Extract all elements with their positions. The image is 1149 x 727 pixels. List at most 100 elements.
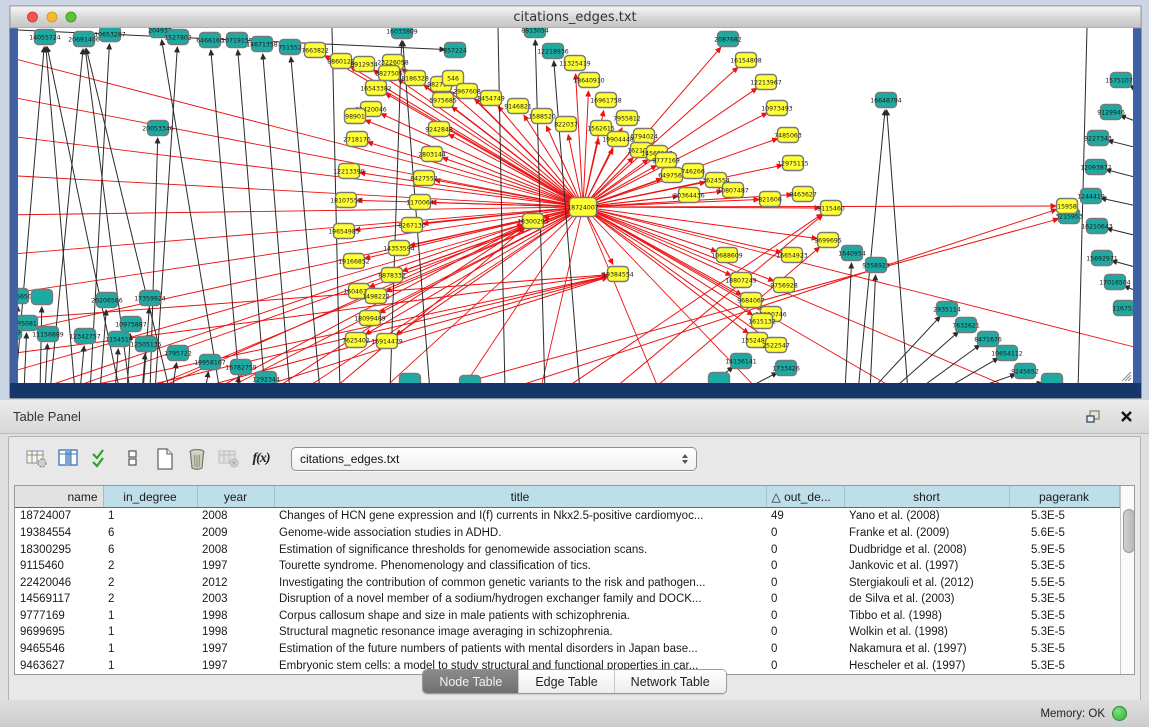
cell-out_de[interactable]: 0 xyxy=(766,574,844,591)
cell-name[interactable]: 22420046 xyxy=(15,574,103,591)
cell-title[interactable]: Genome-wide association studies in ADHD. xyxy=(274,525,766,542)
cell-in_degree[interactable]: 1 xyxy=(103,624,197,641)
cell-name[interactable]: 9115460 xyxy=(15,558,103,575)
cell-short[interactable]: Yano et al. (2008) xyxy=(844,508,1009,525)
function-builder-icon[interactable]: f(x) xyxy=(245,443,277,475)
column-header-name[interactable]: name xyxy=(15,486,103,508)
cell-in_degree[interactable]: 1 xyxy=(103,508,197,525)
delete-table-icon[interactable] xyxy=(181,443,213,475)
cell-title[interactable]: Estimation of the future numbers of pati… xyxy=(274,641,766,658)
cell-name[interactable]: 18724007 xyxy=(15,508,103,525)
table-row[interactable]: 946554611997Estimation of the future num… xyxy=(15,641,1119,658)
cell-year[interactable]: 1998 xyxy=(197,624,274,641)
cell-pagerank[interactable]: 5.3E-5 xyxy=(1009,508,1119,525)
cell-name[interactable]: 9777169 xyxy=(15,608,103,625)
new-table-icon[interactable] xyxy=(149,443,181,475)
table-row[interactable]: 1938455462009Genome-wide association stu… xyxy=(15,525,1119,542)
cell-out_de[interactable]: 0 xyxy=(766,624,844,641)
cell-pagerank[interactable]: 5.6E-5 xyxy=(1009,525,1119,542)
column-header-pagerank[interactable]: pagerank xyxy=(1009,486,1119,508)
cell-in_degree[interactable]: 2 xyxy=(103,574,197,591)
cell-short[interactable]: de Silva et al. (2003) xyxy=(844,591,1009,608)
table-settings-icon[interactable] xyxy=(21,443,53,475)
memory-ok-indicator-icon[interactable] xyxy=(1112,706,1127,721)
cell-title[interactable]: Tourette syndrome. Phenomenology and cla… xyxy=(274,558,766,575)
column-header-short[interactable]: short xyxy=(844,486,1009,508)
scrollbar-thumb[interactable] xyxy=(1123,509,1135,553)
cell-out_de[interactable]: 0 xyxy=(766,541,844,558)
cell-pagerank[interactable]: 5.9E-5 xyxy=(1009,541,1119,558)
tab-edge-table[interactable]: Edge Table xyxy=(518,670,613,693)
table-row[interactable]: 1830029562008Estimation of significance … xyxy=(15,541,1119,558)
cell-out_de[interactable]: 0 xyxy=(766,525,844,542)
cell-in_degree[interactable]: 1 xyxy=(103,608,197,625)
cell-out_de[interactable]: 49 xyxy=(766,508,844,525)
table-panel-titlebar[interactable]: Table Panel xyxy=(0,400,1149,434)
cell-pagerank[interactable]: 5.3E-5 xyxy=(1009,608,1119,625)
column-header-in_degree[interactable]: in_degree xyxy=(103,486,197,508)
rows-icon[interactable] xyxy=(117,443,149,475)
table-row[interactable]: 1456911722003Disruption of a novel membe… xyxy=(15,591,1119,608)
cell-out_de[interactable]: 0 xyxy=(766,558,844,575)
cell-pagerank[interactable]: 5.5E-5 xyxy=(1009,574,1119,591)
cell-pagerank[interactable]: 5.3E-5 xyxy=(1009,591,1119,608)
close-panel-icon[interactable] xyxy=(1117,409,1135,425)
tab-node-table[interactable]: Node Table xyxy=(423,670,518,693)
table-row[interactable]: 2242004622012Investigating the contribut… xyxy=(15,574,1119,591)
cell-year[interactable]: 2012 xyxy=(197,574,274,591)
cell-year[interactable]: 1997 xyxy=(197,558,274,575)
cell-name[interactable]: 14569117 xyxy=(15,591,103,608)
cell-short[interactable]: Jankovic et al. (1997) xyxy=(844,558,1009,575)
cell-out_de[interactable]: 0 xyxy=(766,608,844,625)
cell-short[interactable]: Stergiakouli et al. (2012) xyxy=(844,574,1009,591)
cell-short[interactable]: Nakamura et al. (1997) xyxy=(844,641,1009,658)
cell-in_degree[interactable]: 1 xyxy=(103,641,197,658)
table-row[interactable]: 969969511998Structural magnetic resonanc… xyxy=(15,624,1119,641)
cell-out_de[interactable]: 0 xyxy=(766,641,844,658)
column-visibility-icon[interactable] xyxy=(53,443,85,475)
cell-title[interactable]: Changes of HCN gene expression and I(f) … xyxy=(274,508,766,525)
cell-title[interactable]: Corpus callosum shape and size in male p… xyxy=(274,608,766,625)
cell-title[interactable]: Structural magnetic resonance image aver… xyxy=(274,624,766,641)
cell-pagerank[interactable]: 5.3E-5 xyxy=(1009,641,1119,658)
network-view-window[interactable]: citations_edges.txt 14055724206914061065… xyxy=(0,0,1149,400)
cell-title[interactable]: Investigating the contribution of common… xyxy=(274,574,766,591)
table-row[interactable]: 911546021997Tourette syndrome. Phenomeno… xyxy=(15,558,1119,575)
cell-year[interactable]: 1997 xyxy=(197,641,274,658)
cell-name[interactable]: 18300295 xyxy=(15,541,103,558)
cell-short[interactable]: Wolkin et al. (1998) xyxy=(844,624,1009,641)
cell-in_degree[interactable]: 6 xyxy=(103,541,197,558)
tab-network-table[interactable]: Network Table xyxy=(614,670,726,693)
float-panel-icon[interactable] xyxy=(1085,409,1103,425)
cell-name[interactable]: 9465546 xyxy=(15,641,103,658)
cell-short[interactable]: Franke et al. (2009) xyxy=(844,525,1009,542)
cell-title[interactable]: Disruption of a novel member of a sodium… xyxy=(274,591,766,608)
cell-out_de[interactable]: 0 xyxy=(766,591,844,608)
cell-year[interactable]: 2008 xyxy=(197,508,274,525)
cell-year[interactable]: 2003 xyxy=(197,591,274,608)
cell-year[interactable]: 2009 xyxy=(197,525,274,542)
close-window-button[interactable] xyxy=(28,12,38,22)
network-node[interactable] xyxy=(32,290,53,305)
table-row[interactable]: 977716911998Corpus callosum shape and si… xyxy=(15,608,1119,625)
cell-name[interactable]: 19384554 xyxy=(15,525,103,542)
cell-title[interactable]: Estimation of significance thresholds fo… xyxy=(274,541,766,558)
row-checks-icon[interactable] xyxy=(85,443,117,475)
column-header-out_de[interactable]: △ out_de... xyxy=(766,486,844,508)
cell-short[interactable]: Tibbo et al. (1998) xyxy=(844,608,1009,625)
zoom-window-button[interactable] xyxy=(66,12,76,22)
cell-year[interactable]: 2008 xyxy=(197,541,274,558)
table-scrollbar[interactable] xyxy=(1120,486,1135,674)
minimize-window-button[interactable] xyxy=(47,12,57,22)
cell-short[interactable]: Dudbridge et al. (2008) xyxy=(844,541,1009,558)
network-canvas[interactable]: citations_edges.txt 14055724206914061065… xyxy=(0,0,1149,400)
cell-pagerank[interactable]: 5.3E-5 xyxy=(1009,624,1119,641)
cell-in_degree[interactable]: 2 xyxy=(103,558,197,575)
column-header-title[interactable]: title xyxy=(274,486,766,508)
cell-in_degree[interactable]: 2 xyxy=(103,591,197,608)
table-row[interactable]: 1872400712008Changes of HCN gene express… xyxy=(15,508,1119,525)
cell-year[interactable]: 1998 xyxy=(197,608,274,625)
cell-pagerank[interactable]: 5.3E-5 xyxy=(1009,558,1119,575)
column-header-year[interactable]: year xyxy=(197,486,274,508)
cell-name[interactable]: 9699695 xyxy=(15,624,103,641)
